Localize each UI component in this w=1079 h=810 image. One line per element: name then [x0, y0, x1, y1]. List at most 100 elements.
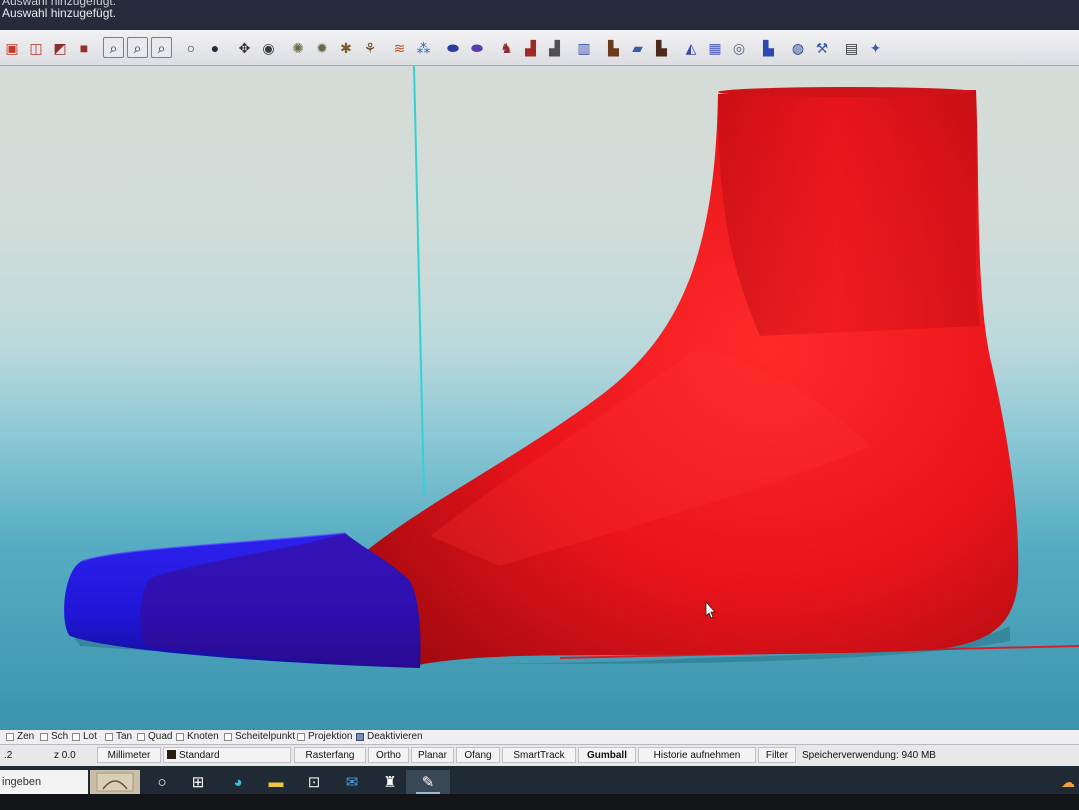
osnap-checkbox[interactable]	[176, 732, 184, 741]
open-icon[interactable]: ▣	[2, 37, 23, 58]
shoe-red-icon[interactable]: ▟	[520, 37, 541, 58]
grid-shoe-icon[interactable]: ▦	[705, 37, 726, 58]
command-history-line: Auswahl hinzugefügt.	[2, 6, 117, 20]
layer-display[interactable]: Standard	[163, 747, 291, 763]
osnap-knoten[interactable]: Knoten	[176, 731, 219, 742]
figure-icon: ♜	[383, 774, 397, 791]
zoom-extents-icon[interactable]: ⌕	[103, 37, 124, 58]
sphere-shaded-icon[interactable]: ●	[205, 37, 226, 58]
store-icon: ⊡	[307, 774, 321, 791]
command-history: Auswahl hinzugefügt. Auswahl hinzugefügt…	[0, 0, 1079, 30]
rhino-thumbnail-icon	[96, 772, 134, 792]
taskbar-search-box[interactable]: ingeben	[0, 770, 88, 794]
osnap-label: Lot	[83, 731, 97, 742]
filter-button[interactable]: Filter	[758, 747, 796, 763]
circle-icon: ○	[157, 773, 167, 791]
shoe-grey-icon[interactable]: ▟	[544, 37, 565, 58]
osnap-checkbox[interactable]	[6, 732, 14, 741]
windows-taskbar: ingeben ○ ⊞ ◕ ▬ ⊡ ✉ ♜ ✎ ☁	[0, 766, 1079, 810]
gumball-button[interactable]: Gumball	[578, 747, 636, 763]
wrench-icon[interactable]: ⚒	[812, 37, 833, 58]
edge-icon: ◕	[233, 773, 243, 791]
columns-icon[interactable]: ▥	[574, 37, 595, 58]
box-shaded-icon[interactable]: ◩	[50, 37, 71, 58]
monitor-bezel	[0, 794, 1079, 810]
zoom-window-icon[interactable]: ⌕	[127, 37, 148, 58]
coord-y: .2	[4, 750, 13, 761]
hide-eye-icon[interactable]: ◉	[258, 37, 279, 58]
task-view-icon: ⊞	[191, 774, 205, 791]
units-display[interactable]: Millimeter	[97, 747, 161, 763]
points-edit-icon[interactable]: ⚘	[360, 37, 381, 58]
task-view-button[interactable]: ⊞	[176, 770, 220, 794]
osnap-quad[interactable]: Quad	[137, 731, 172, 742]
osnap-tan[interactable]: Tan	[105, 731, 132, 742]
osnap-projektion[interactable]: Projektion	[297, 731, 352, 742]
osnap-sch[interactable]: Sch	[40, 731, 68, 742]
osnap-checkbox[interactable]	[137, 732, 145, 741]
sock-icon[interactable]: ▙	[758, 37, 779, 58]
planar-button[interactable]: Planar	[411, 747, 454, 763]
light-bulb-icon[interactable]: ✺	[288, 37, 309, 58]
taskbar-thumbnail[interactable]	[90, 770, 140, 794]
osnap-label: Quad	[148, 731, 173, 742]
stack-icon[interactable]: ◎	[729, 37, 750, 58]
memory-usage: Speicherverwendung: 940 MB	[802, 750, 936, 761]
ofang-button[interactable]: Ofang	[456, 747, 500, 763]
osnap-checkbox[interactable]	[105, 732, 113, 741]
weather-icon: ☁	[1061, 773, 1075, 790]
box-mesh-icon[interactable]: ◫	[26, 37, 47, 58]
sphere-wire-icon[interactable]: ○	[181, 37, 202, 58]
insole-purple-icon[interactable]: ⬬	[467, 37, 488, 58]
history-record-button[interactable]: Historie aufnehmen	[638, 747, 756, 763]
boot-dark-icon[interactable]: ▙	[651, 37, 672, 58]
insole-blue-icon[interactable]: ⬬	[443, 37, 464, 58]
boot-brown-icon[interactable]: ▙	[603, 37, 624, 58]
leg-shaft	[718, 90, 980, 336]
osnap-lot[interactable]: Lot	[72, 731, 97, 742]
perspective-viewport[interactable]	[0, 66, 1079, 730]
rhino-icon: ✎	[421, 774, 435, 791]
osnap-checkbox[interactable]	[72, 732, 80, 741]
weather-tray[interactable]: ☁	[1057, 770, 1079, 794]
bag-icon[interactable]: ◭	[681, 37, 702, 58]
viewport-canvas[interactable]	[0, 66, 1079, 730]
osnap-checkbox[interactable]	[356, 732, 364, 741]
osnap-label: Sch	[51, 731, 69, 742]
curve-blend-icon[interactable]: ≋	[389, 37, 410, 58]
osnap-deaktivieren[interactable]: Deaktivieren	[356, 731, 423, 742]
osnap-checkbox[interactable]	[224, 732, 232, 741]
osnap-label: Deaktivieren	[367, 731, 423, 742]
rhino-window: Auswahl hinzugefügt. Auswahl hinzugefügt…	[0, 0, 1079, 810]
satellite-icon[interactable]: ✦	[865, 37, 886, 58]
smarttrack-button[interactable]: SmartTrack	[502, 747, 576, 763]
osnap-label: Projektion	[308, 731, 353, 742]
ortho-button[interactable]: Ortho	[368, 747, 409, 763]
leg-top-cap	[718, 87, 976, 97]
light-off-icon[interactable]: ✹	[312, 37, 333, 58]
rasterfang-button[interactable]: Rasterfang	[294, 747, 366, 763]
points-on-icon[interactable]: ✱	[336, 37, 357, 58]
zoom-selected-icon[interactable]: ⌕	[151, 37, 172, 58]
globe-icon[interactable]: ◍	[788, 37, 809, 58]
osnap-label: Scheitelpunkt	[235, 731, 296, 742]
layer-color-swatch	[167, 750, 176, 759]
folder-icon: ▬	[268, 773, 284, 791]
coord-z: z 0.0	[54, 750, 76, 761]
box-render-icon[interactable]: ■	[74, 37, 95, 58]
move-icon[interactable]: ✥	[234, 37, 255, 58]
osnap-label: Tan	[116, 731, 133, 742]
network-icon[interactable]: ⁂	[413, 37, 434, 58]
rhino-taskbar-button[interactable]: ✎	[406, 770, 450, 794]
green-axis-line	[413, 66, 425, 497]
osnap-scheitelpunkt[interactable]: Scheitelpunkt	[224, 731, 295, 742]
main-toolbar: ▣ ◫ ◩ ■ ⌕ ⌕ ⌕ ○ ● ✥ ◉ ✺ ✹ ✱ ⚘ ≋ ⁂ ⬬ ⬬ ♞ ▟ ▟ ▥ ▙ ▰ ▙ ◭ ▦ ◎ ▙ ◍ ⚒ ▤ ✦	[0, 30, 1079, 66]
book-icon[interactable]: ▤	[841, 37, 862, 58]
last-pair-icon[interactable]: ♞	[496, 37, 517, 58]
mail-icon: ✉	[345, 774, 359, 791]
osnap-checkbox[interactable]	[40, 732, 48, 741]
sole-blue-icon[interactable]: ▰	[627, 37, 648, 58]
osnap-zen[interactable]: Zen	[6, 731, 34, 742]
layer-name: Standard	[179, 750, 220, 761]
osnap-checkbox[interactable]	[297, 732, 305, 741]
